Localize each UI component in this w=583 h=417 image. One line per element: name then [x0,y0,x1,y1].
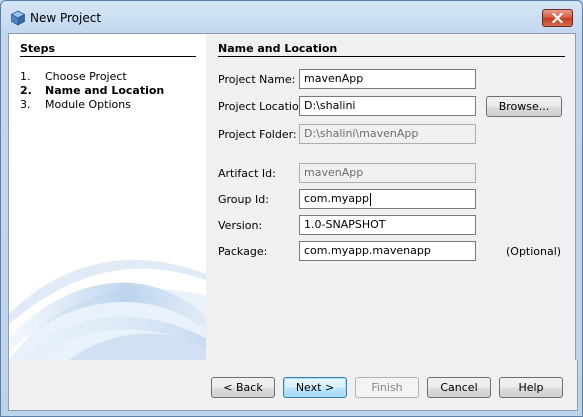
group-id-value: com.myapp [304,192,369,205]
package-label: Package: [218,245,268,258]
steps-panel: Steps 1. Choose Project 2. Name and Locati… [9,34,206,360]
project-location-label: Project Location: [218,100,310,113]
finish-button: Finish [355,377,419,398]
group-id-input[interactable]: com.myapp [299,189,476,209]
steps-heading: Steps [20,42,56,55]
step-choose-project: 1. Choose Project [20,70,127,83]
step-number: 1. [20,70,31,83]
artifact-id-input: mavenApp [299,163,476,183]
group-id-label: Group Id: [218,193,269,206]
back-button[interactable]: < Back [211,377,275,398]
project-name-input[interactable]: mavenApp [299,69,476,89]
optional-note: (Optional) [506,245,562,258]
version-label: Version: [218,219,263,232]
step-label: Module Options [45,98,131,111]
project-location-input[interactable]: D:\shalini [299,96,476,116]
dialog-content: Steps 1. Choose Project 2. Name and Locati… [8,33,576,361]
name-and-location-panel: Name and Location Project Name: mavenApp… [206,34,575,360]
title-bar: New Project [1,1,582,33]
new-project-dialog: New Project Steps 1. Choose Project 2. Nam… [0,0,583,417]
step-label: Choose Project [45,70,127,83]
section-divider [218,56,565,57]
project-name-label: Project Name: [218,73,296,86]
step-number: 2. [20,84,32,97]
step-label: Name and Location [45,84,165,97]
step-module-options: 3. Module Options [20,98,131,111]
section-heading: Name and Location [218,42,338,55]
project-folder-label: Project Folder: [218,128,297,141]
artifact-id-label: Artifact Id: [218,167,276,180]
help-button[interactable]: Help [499,377,563,398]
step-number: 3. [20,98,31,111]
browse-button[interactable]: Browse... [486,96,562,117]
next-button[interactable]: Next > [283,377,347,398]
text-caret [369,192,371,206]
cancel-button[interactable]: Cancel [427,377,491,398]
netbeans-cube-icon [10,10,26,26]
steps-divider [20,56,196,57]
close-icon [552,13,563,23]
step-name-and-location: 2. Name and Location [20,84,164,97]
package-input[interactable]: com.myapp.mavenapp [299,241,476,261]
project-folder-input: D:\shalini\mavenApp [299,124,476,144]
version-input[interactable]: 1.0-SNAPSHOT [299,215,476,235]
close-button[interactable] [542,9,573,27]
button-bar: < Back Next > Finish Cancel Help [8,360,578,411]
decorative-swoosh-graphic [9,259,206,360]
window-title: New Project [30,11,102,25]
